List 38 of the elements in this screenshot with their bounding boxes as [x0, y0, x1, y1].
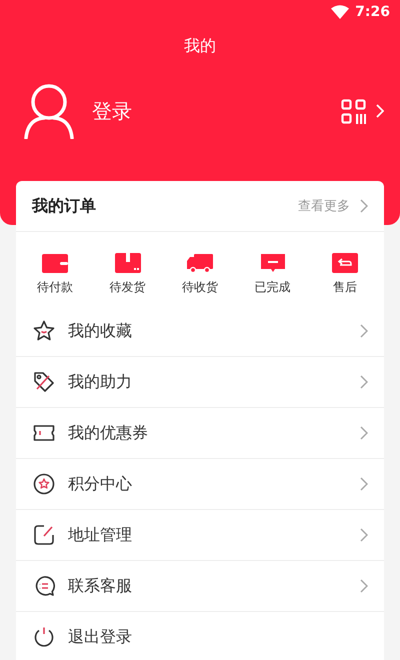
chevron-right-icon [360, 477, 368, 491]
power-icon [33, 626, 55, 648]
wifi-icon [331, 5, 350, 19]
menu-item[interactable]: 我的收藏 [16, 306, 384, 357]
order-status-label[interactable]: 待收货 [182, 279, 218, 296]
order-status-label[interactable]: 已完成 [254, 279, 290, 296]
message-icon[interactable] [258, 252, 286, 274]
order-status-label[interactable]: 待付款 [37, 279, 73, 296]
qr-code-icon[interactable] [341, 98, 366, 124]
chevron-right-icon [360, 528, 368, 542]
menu-item[interactable]: 地址管理 [16, 510, 384, 561]
order-status-label[interactable]: 售后 [333, 279, 357, 296]
menu-item[interactable]: 我的助力 [16, 357, 384, 408]
wallet-icon[interactable] [41, 252, 69, 274]
star-icon [33, 320, 55, 342]
user-icon[interactable] [24, 83, 74, 139]
menu-item[interactable]: 积分中心 [16, 459, 384, 510]
menu-item[interactable]: 我的优惠券 [16, 408, 384, 459]
ticket-icon [33, 422, 55, 444]
badge-icon [33, 473, 55, 495]
chevron-right-icon [360, 375, 368, 389]
menu-item[interactable]: 联系客服 [16, 561, 384, 612]
edit-icon [33, 524, 55, 546]
truck-icon[interactable] [186, 252, 214, 274]
page-title: 我的 [183, 36, 217, 57]
tag-icon [33, 371, 55, 393]
chevron-right-icon [360, 579, 368, 593]
orders-title: 我的订单 [32, 196, 96, 216]
box-icon[interactable] [114, 252, 142, 274]
chat-icon [33, 575, 55, 597]
chevron-right-icon[interactable] [360, 199, 368, 213]
chevron-right-icon [360, 324, 368, 338]
login-link[interactable]: 登录 [92, 98, 132, 124]
return-icon[interactable] [331, 252, 359, 274]
menu-item[interactable]: 退出登录 [16, 612, 384, 660]
chevron-right-icon [360, 426, 368, 440]
order-status-label[interactable]: 待发货 [110, 279, 146, 296]
status-time: 7:26 [355, 4, 390, 20]
